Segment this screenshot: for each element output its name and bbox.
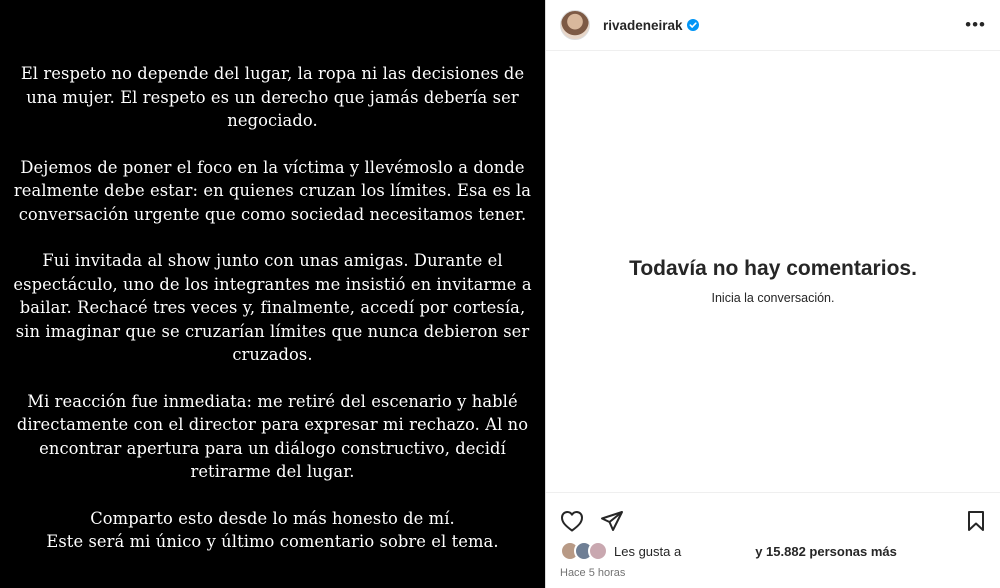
post-footer: Les gusta a y 15.882 personas más Hace 5… [546, 492, 1000, 588]
story-paragraph-4: Mi reacción fue inmediata: me retiré del… [16, 391, 529, 482]
post-sidebar: rivadeneirak ••• Todavía no hay comentar… [545, 0, 1000, 588]
post-timestamp[interactable]: Hace 5 horas [546, 561, 1000, 579]
verified-badge-icon [686, 19, 699, 31]
story-paragraph-3: Fui invitada al show junto con unas amig… [13, 251, 532, 364]
heart-icon[interactable] [560, 510, 584, 532]
avatar[interactable] [560, 10, 590, 40]
username[interactable]: rivadeneirak [603, 18, 683, 33]
action-bar [546, 493, 1000, 543]
share-icon[interactable] [600, 510, 624, 532]
post-header: rivadeneirak ••• [546, 0, 1000, 51]
bookmark-icon[interactable] [966, 510, 986, 532]
story-image: El respeto no depende del lugar, la ropa… [0, 0, 545, 588]
story-paragraph-5: Comparto esto desde lo más honesto de mí… [46, 508, 499, 552]
liker-avatar [588, 541, 608, 561]
likes-summary[interactable]: Les gusta a y 15.882 personas más [546, 541, 1000, 561]
comments-section: Todavía no hay comentarios. Inicia la co… [546, 51, 1000, 492]
likes-prefix: Les gusta a [614, 543, 682, 559]
no-comments-title: Todavía no hay comentarios. [629, 257, 917, 280]
start-conversation-text: Inicia la conversación. [711, 291, 835, 305]
liker-avatars [560, 541, 608, 561]
likes-count[interactable]: y 15.882 personas más [755, 544, 897, 559]
story-paragraph-2: Dejemos de poner el foco en la víctima y… [13, 157, 532, 224]
more-options-icon[interactable]: ••• [965, 15, 986, 35]
story-paragraph-1: El respeto no depende del lugar, la ropa… [20, 64, 525, 130]
post-viewer: El respeto no depende del lugar, la ropa… [0, 0, 1000, 588]
